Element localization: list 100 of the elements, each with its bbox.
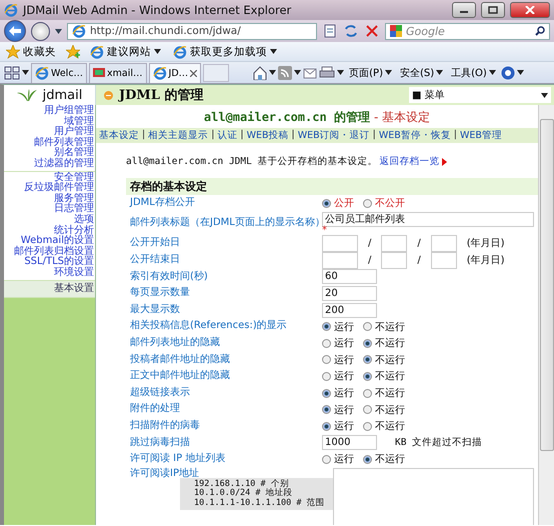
radio-option[interactable]: 不运行 [363,386,405,400]
nav-link[interactable]: 相关主题显示 [148,129,208,142]
sidebar-item[interactable]: 用户组管理 [44,106,95,117]
minimize-button[interactable] [452,2,476,18]
radio-button[interactable] [322,198,331,208]
sidebar-item[interactable]: 用户管理 [54,127,95,138]
nav-link[interactable]: WEB订阅・退订 [298,129,370,142]
date-field[interactable] [322,252,358,269]
back-button[interactable] [4,20,26,42]
radio-button[interactable] [363,388,372,398]
radio-option[interactable]: 运行 [322,369,354,384]
text-field[interactable]: 公司员工邮件列表 [322,212,534,227]
mail-icon[interactable] [303,66,318,78]
radio-button[interactable] [322,355,331,364]
print-icon[interactable] [319,66,336,80]
radio-button[interactable] [363,422,372,431]
radio-option[interactable]: 不运行 [363,402,405,417]
sidebar-item[interactable]: 基本设置 [54,284,95,294]
radio-option[interactable]: 不运行 [363,369,405,384]
close-button[interactable] [510,2,550,18]
radio-button[interactable] [322,422,331,431]
radio-option[interactable]: 公开 [322,196,354,210]
search-icon[interactable] [535,26,545,36]
help-icon[interactable] [500,66,515,80]
browser-tab[interactable]: JD… [148,62,202,82]
stop-icon[interactable] [364,24,380,38]
radio-button[interactable] [322,322,331,332]
address-field[interactable]: http://mail.chundi.com/jdwa/ [67,22,317,40]
sidebar-item[interactable]: 选项 [74,214,95,226]
scrollbar[interactable] [538,105,554,525]
radio-button[interactable] [363,454,372,464]
radio-button[interactable] [363,405,372,414]
maximize-button[interactable] [481,2,505,18]
forward-button[interactable] [31,22,50,40]
sidebar-item[interactable]: Webmail的设置 [20,236,95,247]
nav-link[interactable]: WEB暂停・恢复 [378,129,451,142]
date-field[interactable] [430,252,457,269]
favorites-link[interactable]: 建议网站 [88,44,163,58]
radio-option[interactable]: 不运行 [363,452,405,466]
radio-option[interactable]: 运行 [322,336,354,350]
sidebar-item[interactable]: 反垃圾邮件管理 [24,183,95,194]
favorites-button[interactable]: 收藏夹 [4,44,58,58]
compat-view-icon[interactable] [322,24,338,38]
text-field[interactable]: 200 [322,302,377,318]
radio-option[interactable]: 运行 [322,452,354,466]
favorites-link[interactable]: 获取更多加载项 [171,44,279,58]
sidebar-item[interactable]: 邮件列表管理 [34,138,95,148]
date-field[interactable] [322,234,358,252]
browser-tab[interactable]: Welc… [31,62,88,82]
date-field[interactable] [381,234,408,252]
back-link[interactable]: 返回存档一览 [380,155,440,168]
radio-button[interactable] [322,388,331,398]
radio-button[interactable] [363,372,372,381]
radio-option[interactable]: 运行 [322,402,354,417]
radio-option[interactable]: 运行 [322,419,354,434]
radio-button[interactable] [363,198,372,208]
menu-button[interactable]: 页面(P) [346,66,395,80]
radio-button[interactable] [322,338,331,348]
nav-link[interactable]: WEB投稿 [246,129,289,142]
radio-option[interactable]: 不公开 [363,196,405,210]
radio-option[interactable]: 不运行 [363,336,405,350]
dropdown-icon[interactable] [55,28,62,34]
sidebar-item[interactable]: 环境设置 [54,268,95,278]
radio-option[interactable]: 运行 [322,352,354,367]
radio-button[interactable] [322,454,331,464]
nav-link[interactable]: WEB管理 [460,129,502,142]
radio-option[interactable]: 不运行 [363,352,405,367]
radio-button[interactable] [363,355,372,364]
close-tab-icon[interactable] [190,70,198,76]
refresh-icon[interactable] [343,24,359,38]
sidebar-item[interactable]: 服务管理 [54,194,95,204]
date-field[interactable] [430,234,457,252]
text-field[interactable]: 1000 [322,435,377,450]
menu-button[interactable]: 安全(S) [397,66,446,80]
menu-dropdown[interactable]: ■ 菜单 [409,87,551,103]
nav-link[interactable]: 认证 [217,129,238,142]
radio-button[interactable] [322,372,331,381]
radio-button[interactable] [322,405,331,414]
radio-option[interactable]: 运行 [322,320,354,334]
add-favorite-icon[interactable] [66,44,80,58]
browser-tab[interactable]: xmail… [89,62,147,82]
sidebar-item[interactable]: SSL/TLS的设置 [24,257,95,268]
nav-link[interactable]: 基本设定 [99,129,139,142]
text-field[interactable]: 60 [322,269,377,284]
sidebar-item[interactable]: 日志管理 [54,204,95,215]
radio-button[interactable] [363,322,372,332]
sidebar-item[interactable]: 过滤器的管理 [34,158,95,170]
search-field[interactable]: Google [385,22,550,40]
sidebar-item[interactable]: 域管理 [64,116,95,128]
quick-tabs-icon[interactable] [4,66,20,80]
radio-option[interactable]: 不运行 [363,320,405,334]
feeds-icon[interactable] [278,66,292,80]
sidebar-item[interactable]: 别名管理 [54,148,95,159]
radio-option[interactable]: 运行 [322,386,354,400]
text-field[interactable]: 20 [322,286,377,301]
date-field[interactable] [381,252,408,269]
radio-option[interactable]: 不运行 [363,419,405,434]
home-icon[interactable] [253,66,268,80]
menu-button[interactable]: 工具(O) [448,66,499,80]
radio-button[interactable] [363,338,372,348]
